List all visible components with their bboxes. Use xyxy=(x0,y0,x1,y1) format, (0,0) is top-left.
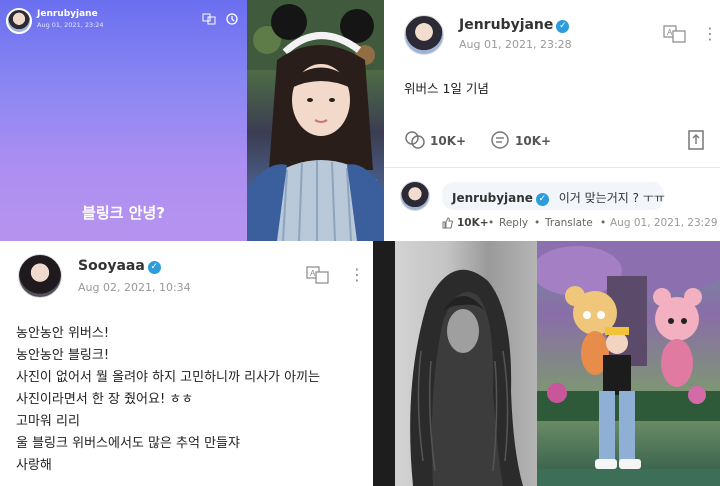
post-username[interactable]: Jenrubyjane ✓ xyxy=(459,17,570,33)
post-line: 고마워 리리 xyxy=(16,414,80,429)
verified-badge-icon: ✓ xyxy=(556,20,570,33)
translate-icon[interactable] xyxy=(202,12,216,26)
svg-text:A: A xyxy=(667,28,673,37)
story-text: 블링크 안녕? xyxy=(82,204,165,222)
svg-text:A: A xyxy=(310,269,316,278)
thumbs-up-icon[interactable] xyxy=(442,217,454,229)
like-count: 10K+ xyxy=(430,134,467,148)
post-line: 사진이라면서 한 장 줬어요! ㅎㅎ xyxy=(16,392,194,407)
comment-text: 이거 맞는거지 ? ㅜㅠ xyxy=(558,191,665,205)
avatar[interactable] xyxy=(18,254,62,298)
translate-icon[interactable]: A xyxy=(306,266,330,284)
post-line: 농안농안 블링크! xyxy=(16,348,110,363)
verified-badge-icon: ✓ xyxy=(535,193,549,206)
verified-badge-icon: ✓ xyxy=(147,261,161,274)
post-body: 위버스 1일 기념 xyxy=(404,81,489,96)
comment-timestamp: Aug 01, 2021, 23:29 xyxy=(610,217,718,229)
translate-link[interactable]: Translate xyxy=(545,217,593,229)
reply-button[interactable]: Reply xyxy=(499,217,528,229)
avatar[interactable] xyxy=(6,8,32,34)
photo-illustration xyxy=(247,0,384,241)
post-timestamp: Aug 02, 2021, 10:34 xyxy=(78,281,191,294)
comment-header: Jenrubyjane ✓ 이거 맞는거지 ? ㅜㅠ xyxy=(452,189,665,206)
story-timestamp: Aug 01, 2021, 23:24 xyxy=(37,21,104,29)
separator: • xyxy=(600,217,607,229)
more-vertical-icon[interactable]: ⋮ xyxy=(702,26,718,42)
photo-illustration xyxy=(373,241,523,486)
username-text[interactable]: Jenrubyjane xyxy=(459,17,553,33)
post-line: 사진이 없어서 뭘 올려야 하지 고민하니까 리사가 아끼는 xyxy=(16,370,321,385)
comment-username[interactable]: Jenrubyjane xyxy=(452,191,533,205)
divider xyxy=(384,167,720,168)
post-line: 울 블링크 위버스에서도 많은 추억 만들쟈 xyxy=(16,436,240,451)
post-line: 사랑해 xyxy=(16,458,52,473)
photo-cartoon-park[interactable] xyxy=(537,241,720,486)
story-panel: Jenrubyjane Aug 01, 2021, 23:24 블링크 안녕? xyxy=(0,0,247,241)
photo-bw-portrait[interactable] xyxy=(373,241,537,486)
post-card-jennie: Jenrubyjane ✓ Aug 01, 2021, 23:28 A ⋮ 위버스… xyxy=(384,0,720,241)
comment-icon[interactable] xyxy=(490,130,510,150)
post-body: 농안농안 위버스! 농안농안 블링크! 사진이 없어서 뭘 올려야 하지 고민하… xyxy=(16,323,320,477)
translate-icon[interactable]: A xyxy=(663,25,687,43)
separator: • xyxy=(534,217,541,229)
post-username[interactable]: Sooyaaa ✓ xyxy=(78,258,161,274)
username-text[interactable]: Sooyaaa xyxy=(78,258,145,274)
post-card-sooyaaa: Sooyaaa ✓ Aug 02, 2021, 10:34 A ⋮ 농안농안 위버… xyxy=(0,241,373,486)
history-icon[interactable] xyxy=(225,12,239,26)
more-vertical-icon[interactable]: ⋮ xyxy=(349,267,365,283)
photo-panda-ears[interactable] xyxy=(247,0,384,241)
comment-avatar[interactable] xyxy=(400,181,430,211)
separator: • xyxy=(488,217,495,229)
comment-count: 10K+ xyxy=(515,134,552,148)
share-icon[interactable] xyxy=(688,130,704,150)
photo-illustration xyxy=(537,241,720,486)
post-timestamp: Aug 01, 2021, 23:28 xyxy=(459,38,572,51)
post-line: 농안농안 위버스! xyxy=(16,326,110,341)
like-icon[interactable] xyxy=(404,130,426,150)
avatar[interactable] xyxy=(404,15,444,55)
story-username[interactable]: Jenrubyjane xyxy=(37,9,98,19)
comment-like-count: 10K+ xyxy=(457,217,489,229)
